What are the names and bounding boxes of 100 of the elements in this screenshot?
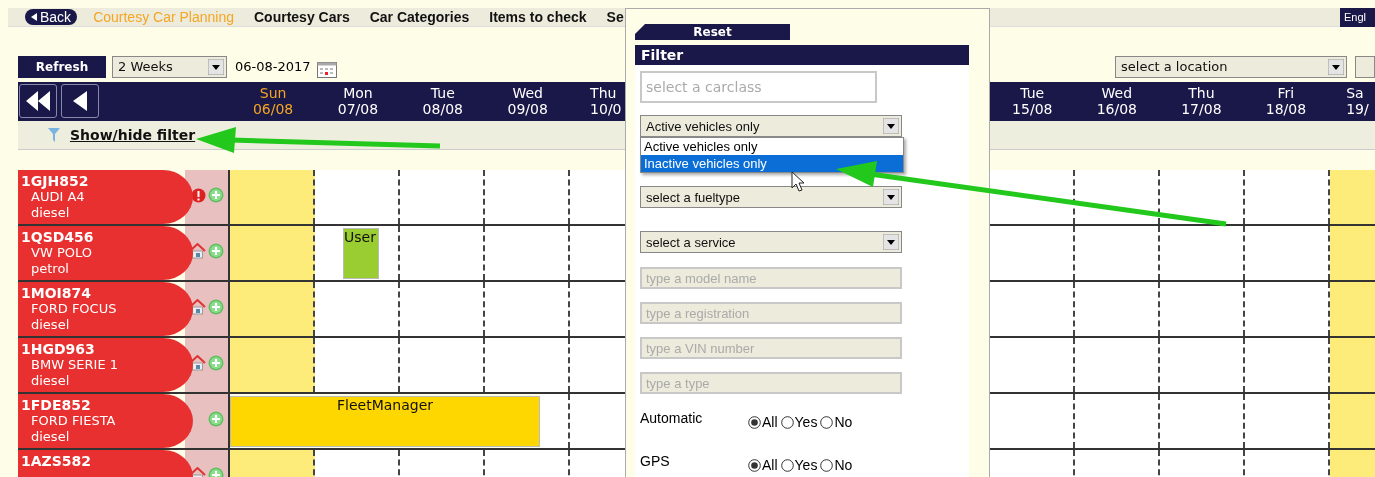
nav-link[interactable]: Se [606, 9, 624, 25]
planning-cell[interactable] [230, 338, 315, 392]
planning-cell[interactable] [990, 394, 1075, 448]
booking-bar[interactable]: FleetManager [230, 396, 540, 447]
dropdown-option[interactable]: Inactive vehicles only [641, 155, 903, 172]
radio-group-label: Automatic [640, 410, 704, 426]
period-select[interactable]: 2 Weeks [112, 55, 227, 78]
planning-cell[interactable] [1330, 282, 1375, 336]
planning-cell[interactable] [1160, 226, 1245, 280]
toolbar-control[interactable] [1355, 55, 1375, 78]
planning-cell[interactable] [1160, 170, 1245, 224]
text-field[interactable]: type a VIN number [640, 337, 902, 359]
text-field[interactable]: type a registration [640, 302, 902, 324]
planning-cell[interactable] [315, 282, 400, 336]
add-icon[interactable] [208, 187, 224, 203]
previous-button[interactable] [61, 84, 99, 118]
radio-option[interactable]: All [748, 414, 778, 430]
show-hide-filter-link[interactable]: Show/hide filter [70, 127, 196, 143]
reset-button[interactable]: Reset [635, 24, 790, 40]
calendar-icon[interactable] [316, 61, 337, 78]
planning-cell[interactable] [570, 394, 625, 448]
service-select[interactable]: select a service [640, 231, 902, 253]
planning-cell[interactable] [1160, 338, 1245, 392]
text-field[interactable]: type a type [640, 372, 902, 394]
filter-title: Filter [635, 45, 969, 65]
nav-link[interactable]: Car Categories [369, 9, 470, 25]
planning-cell[interactable] [230, 282, 315, 336]
planning-cell[interactable]: User [315, 226, 400, 280]
planning-cell[interactable] [1245, 394, 1330, 448]
planning-cell[interactable] [1075, 226, 1160, 280]
planning-cell[interactable] [1330, 170, 1375, 224]
nav-link[interactable]: Items to check [489, 9, 587, 25]
planning-cell[interactable] [1075, 282, 1160, 336]
planning-cell[interactable] [1075, 338, 1160, 392]
vehicle-label: 1AZS582 [18, 450, 193, 477]
planning-cell[interactable] [1245, 282, 1330, 336]
fueltype-select[interactable]: select a fueltype [640, 186, 902, 208]
planning-cell[interactable] [570, 170, 625, 224]
vehicle-label: 1HGD963 BMW SERIE 1 diesel [18, 338, 193, 392]
vehicle-state-select[interactable]: Active vehicles only [640, 115, 902, 137]
planning-cell[interactable] [230, 226, 315, 280]
vehicle-label: 1GJH852 AUDI A4 diesel [18, 170, 193, 224]
carclass-field[interactable]: select a carclass [640, 71, 877, 103]
refresh-button[interactable]: Refresh [18, 55, 106, 78]
add-icon[interactable] [208, 355, 224, 371]
planning-cell[interactable] [570, 338, 625, 392]
planning-cell[interactable] [570, 226, 625, 280]
radio-option[interactable]: No [820, 414, 853, 430]
planning-cell[interactable] [1330, 394, 1375, 448]
planning-cell[interactable] [990, 338, 1075, 392]
planning-cell[interactable] [315, 170, 400, 224]
planning-cell[interactable] [1075, 170, 1160, 224]
language-button[interactable]: Engl [1340, 7, 1375, 27]
planning-cell[interactable] [990, 282, 1075, 336]
planning-cell[interactable] [1160, 282, 1245, 336]
dropdown-option[interactable]: Active vehicles only [641, 138, 903, 155]
booking-bar[interactable]: User [343, 228, 379, 279]
day-header: Tue 08/08 [421, 84, 464, 119]
planning-cell[interactable] [315, 338, 400, 392]
planning-cell[interactable] [485, 170, 570, 224]
planning-cell[interactable] [400, 226, 485, 280]
radio-option[interactable]: Yes [780, 414, 818, 430]
planning-cell[interactable] [1245, 338, 1330, 392]
planning-cell[interactable] [1245, 226, 1330, 280]
nav-link[interactable]: Courtesy Cars [254, 9, 350, 25]
radio-option[interactable]: All [748, 457, 778, 473]
day-header: Wed 16/08 [1095, 84, 1138, 119]
add-icon[interactable] [208, 243, 224, 259]
planning-cell[interactable] [230, 170, 315, 224]
planning-cell[interactable] [1075, 394, 1160, 448]
day-header: Tue 15/08 [1011, 84, 1054, 119]
radio-option[interactable]: No [820, 457, 853, 473]
dropdown-arrow-icon [883, 118, 899, 134]
planning-cell[interactable] [990, 170, 1075, 224]
planning-cell[interactable] [540, 394, 570, 448]
day-header: Thu 17/08 [1180, 84, 1223, 119]
text-field[interactable]: type a model name [640, 267, 902, 289]
planning-cell[interactable] [400, 338, 485, 392]
planning-cell[interactable] [485, 338, 570, 392]
planning-cell[interactable] [990, 226, 1075, 280]
planning-cell[interactable] [400, 170, 485, 224]
first-page-button[interactable] [19, 84, 57, 118]
planning-cell[interactable] [485, 226, 570, 280]
day-header: Sun 06/08 [251, 84, 295, 119]
dropdown-arrow-icon [208, 58, 224, 75]
planning-cell[interactable] [1160, 394, 1245, 448]
planning-cell[interactable] [570, 282, 625, 336]
radio-option[interactable]: Yes [780, 457, 818, 473]
add-icon[interactable] [208, 411, 224, 427]
planning-cell[interactable] [485, 282, 570, 336]
day-header: Thu 10/0 [589, 84, 623, 119]
add-icon[interactable] [208, 299, 224, 315]
planning-cell[interactable] [1330, 338, 1375, 392]
back-button[interactable]: Back [25, 9, 78, 25]
dropdown-arrow-icon [883, 189, 899, 205]
left-arrow-icon [72, 90, 88, 112]
planning-cell[interactable] [1330, 226, 1375, 280]
location-select[interactable]: select a location [1115, 55, 1348, 78]
planning-cell[interactable] [400, 282, 485, 336]
planning-cell[interactable] [1245, 170, 1330, 224]
